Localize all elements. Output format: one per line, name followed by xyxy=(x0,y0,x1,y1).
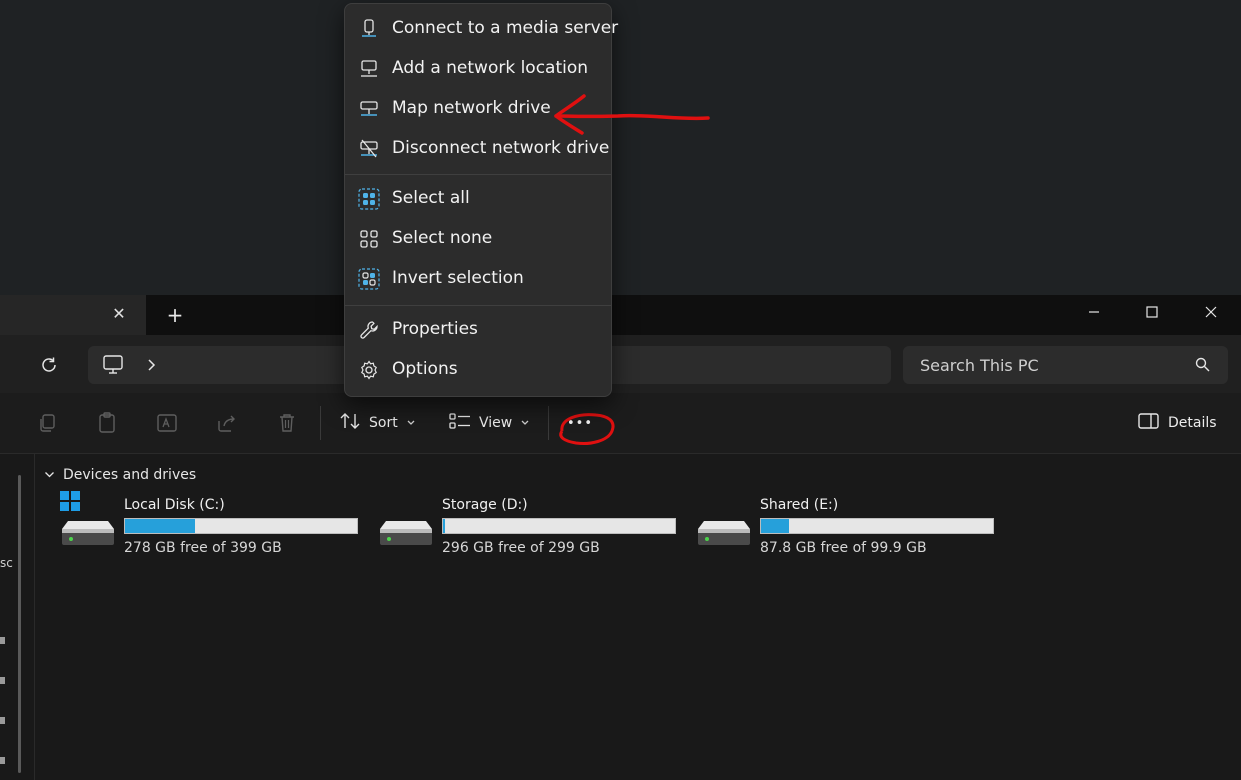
drive-free-space: 278 GB free of 399 GB xyxy=(124,540,282,556)
devices-section-header[interactable]: Devices and drives xyxy=(44,467,196,483)
nav-pane-scrollbar[interactable] xyxy=(18,475,21,773)
menu-item-add-network-location[interactable]: Add a network location xyxy=(345,49,611,89)
close-icon[interactable] xyxy=(1182,295,1240,329)
search-input[interactable]: Search This PC xyxy=(920,356,1039,375)
rename-icon[interactable] xyxy=(155,411,179,435)
menu-item-label: Properties xyxy=(392,319,478,339)
invert-selection-icon xyxy=(358,268,380,290)
drive-usage-fill xyxy=(443,519,446,533)
windows-logo-icon xyxy=(60,491,80,515)
chevron-right-icon[interactable] xyxy=(146,357,156,376)
menu-item-label: Invert selection xyxy=(392,268,524,288)
drive-free-space: 87.8 GB free of 99.9 GB xyxy=(760,540,927,556)
menu-item-label: Select all xyxy=(392,188,470,208)
command-bar: Sort View ••• Details xyxy=(0,393,1241,454)
hard-drive-icon xyxy=(378,507,434,547)
menu-item-label: Disconnect network drive xyxy=(392,138,610,158)
annotation-arrow xyxy=(554,94,710,135)
this-pc-icon xyxy=(102,355,124,379)
see-more-menu: Connect to a media server Add a network … xyxy=(344,3,618,397)
menu-item-properties[interactable]: Properties xyxy=(345,310,611,350)
toolbar-divider xyxy=(548,406,549,440)
details-label: Details xyxy=(1168,415,1217,431)
paste-icon[interactable] xyxy=(95,411,119,435)
title-bar: ✕ + xyxy=(0,295,1241,335)
menu-separator xyxy=(345,174,611,175)
menu-item-select-all[interactable]: Select all xyxy=(345,179,611,219)
hard-drive-icon xyxy=(696,507,752,547)
view-icon xyxy=(449,412,471,434)
drive-usage-fill xyxy=(761,519,789,533)
drive-name: Shared (E:) xyxy=(760,497,839,513)
section-title: Devices and drives xyxy=(63,467,197,483)
drive-item-e[interactable]: Shared (E:) 87.8 GB free of 99.9 GB xyxy=(696,497,1016,561)
maximize-icon[interactable] xyxy=(1123,295,1181,329)
drive-usage-bar xyxy=(442,518,676,534)
media-server-icon xyxy=(358,18,380,40)
desktop-background xyxy=(0,0,1241,295)
drive-item-c[interactable]: Local Disk (C:) 278 GB free of 399 GB xyxy=(60,491,380,561)
gear-icon xyxy=(358,359,380,381)
search-icon[interactable] xyxy=(1195,357,1210,376)
drive-item-d[interactable]: Storage (D:) 296 GB free of 299 GB xyxy=(378,497,698,561)
menu-item-options[interactable]: Options xyxy=(345,350,611,390)
menu-item-label: Connect to a media server xyxy=(392,18,619,38)
view-button[interactable]: View xyxy=(449,408,530,438)
menu-item-select-none[interactable]: Select none xyxy=(345,219,611,259)
select-none-icon xyxy=(358,228,380,250)
network-location-icon xyxy=(358,58,380,80)
delete-icon[interactable] xyxy=(275,411,299,435)
refresh-icon[interactable] xyxy=(36,352,62,378)
tab-close-icon[interactable]: ✕ xyxy=(108,303,130,325)
sort-icon xyxy=(339,412,361,434)
menu-item-connect-media-server[interactable]: Connect to a media server xyxy=(345,9,618,49)
share-icon[interactable] xyxy=(215,411,239,435)
drive-name: Storage (D:) xyxy=(442,497,528,513)
drive-usage-fill xyxy=(125,519,195,533)
map-drive-icon xyxy=(358,98,380,120)
nav-pane-expand-icon[interactable] xyxy=(0,717,5,724)
menu-item-invert-selection[interactable]: Invert selection xyxy=(345,259,611,299)
disconnect-drive-icon xyxy=(358,138,380,160)
menu-item-label: Options xyxy=(392,359,458,379)
menu-separator xyxy=(345,305,611,306)
toolbar-divider xyxy=(320,406,321,440)
drive-free-space: 296 GB free of 299 GB xyxy=(442,540,600,556)
chevron-down-icon[interactable] xyxy=(44,467,55,483)
drive-name: Local Disk (C:) xyxy=(124,497,225,513)
select-all-icon xyxy=(358,188,380,210)
navigation-bar: Search This PC xyxy=(0,335,1241,393)
menu-item-label: Select none xyxy=(392,228,493,248)
menu-item-label: Add a network location xyxy=(392,58,589,78)
nav-pane-expand-icon[interactable] xyxy=(0,757,5,764)
nav-pane-item-label: sc xyxy=(0,556,13,570)
chevron-down-icon xyxy=(406,415,416,431)
sort-button[interactable]: Sort xyxy=(339,408,416,438)
minimize-icon[interactable] xyxy=(1065,295,1123,329)
nav-pane-expand-icon[interactable] xyxy=(0,637,5,644)
copy-icon[interactable] xyxy=(35,411,59,435)
annotation-circle xyxy=(559,413,615,445)
nav-pane-expand-icon[interactable] xyxy=(0,677,5,684)
drive-usage-bar xyxy=(124,518,358,534)
wrench-icon xyxy=(358,319,380,341)
menu-item-label: Map network drive xyxy=(392,98,551,118)
sort-label: Sort xyxy=(369,415,398,431)
explorer-tab[interactable]: ✕ xyxy=(0,295,146,335)
new-tab-icon[interactable]: + xyxy=(164,304,186,326)
view-label: View xyxy=(479,415,513,431)
chevron-down-icon xyxy=(520,415,530,431)
search-box[interactable]: Search This PC xyxy=(903,346,1228,384)
details-pane-icon xyxy=(1138,412,1160,434)
nav-pane-divider[interactable] xyxy=(34,453,35,780)
drive-usage-bar xyxy=(760,518,994,534)
file-explorer-window: ✕ + Search This PC Sort View ••• Details… xyxy=(0,295,1241,780)
details-button[interactable]: Details xyxy=(1138,408,1217,438)
